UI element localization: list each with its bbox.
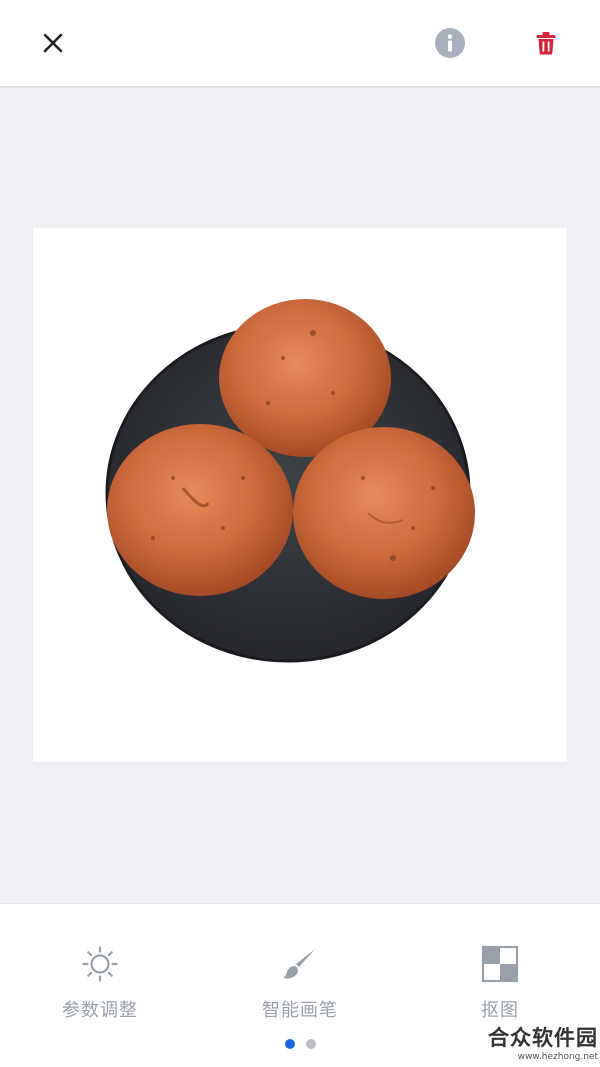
bread-rolls-photo: [105, 299, 475, 663]
info-button[interactable]: [430, 23, 470, 63]
trash-icon: [536, 32, 556, 55]
close-button[interactable]: [33, 23, 73, 63]
info-icon: [435, 28, 465, 58]
page-dot-active[interactable]: [284, 1039, 295, 1049]
tool-smart-brush[interactable]: 智能画笔: [230, 944, 370, 1022]
tool-adjust-parameters[interactable]: 参数调整: [30, 944, 170, 1022]
editor-canvas[interactable]: [0, 88, 600, 903]
sun-icon: [80, 944, 120, 984]
brush-icon: [280, 944, 320, 984]
tool-label: 抠图: [481, 1000, 519, 1021]
watermark: 合众软件园 www.hezhong.net: [470, 1022, 598, 1064]
top-bar: [0, 0, 600, 87]
tool-label: 参数调整: [62, 1000, 138, 1021]
watermark-url: www.hezhong.net: [517, 1052, 598, 1062]
cutout-icon: [480, 944, 520, 984]
tool-cutout[interactable]: 抠图: [430, 944, 570, 1022]
page-dot[interactable]: [305, 1039, 316, 1049]
close-icon: [43, 33, 63, 53]
photo-preview[interactable]: [33, 228, 567, 762]
delete-button[interactable]: [526, 23, 566, 63]
tool-label: 智能画笔: [262, 1000, 338, 1021]
watermark-title: 合众软件园: [488, 1026, 598, 1050]
